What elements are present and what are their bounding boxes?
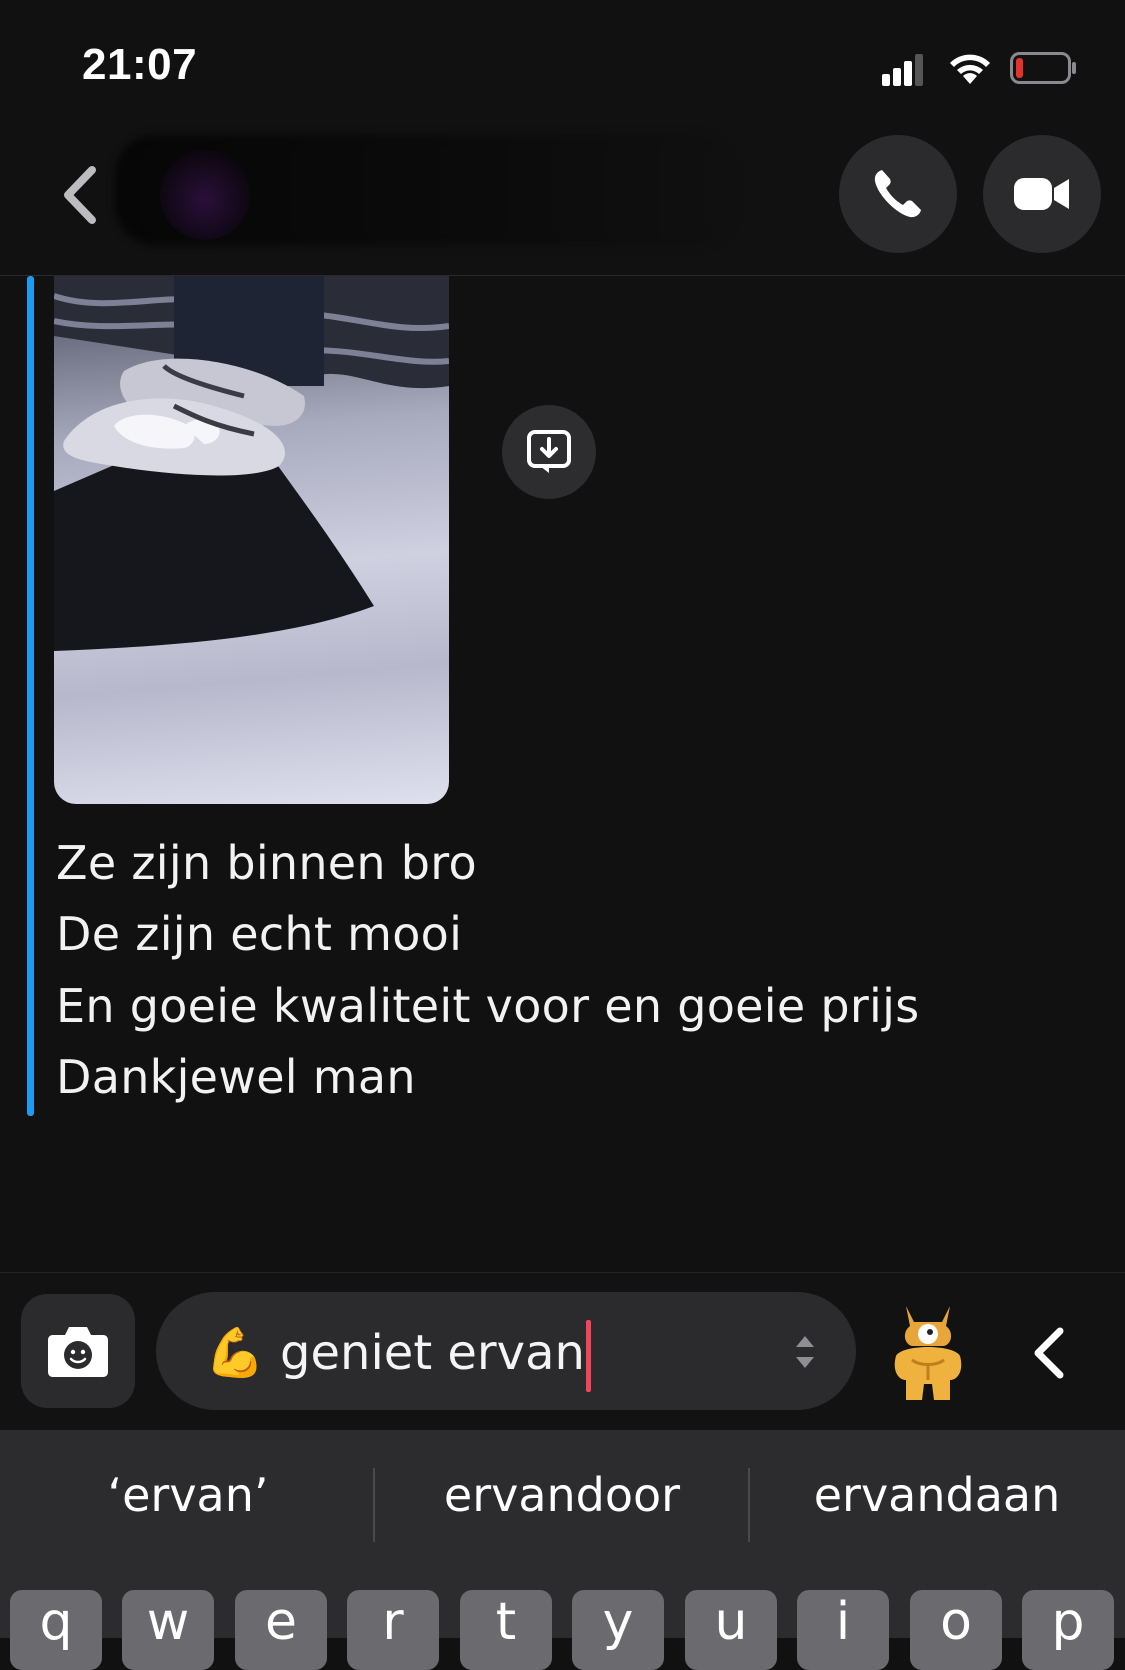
status-time: 21:07: [82, 40, 198, 89]
message-line: De zijn echt mooi: [56, 907, 463, 961]
cellular-signal-icon: [882, 52, 923, 86]
key-label: w: [146, 1592, 190, 1652]
key-label: r: [382, 1592, 404, 1652]
suggestion-2[interactable]: ervandoor: [376, 1468, 748, 1522]
suggestion-divider: [748, 1468, 750, 1542]
key-label: y: [602, 1592, 634, 1652]
battery-icon: [1010, 52, 1076, 84]
phone-icon: [874, 170, 921, 218]
camera-button[interactable]: [21, 1294, 135, 1408]
sneakers-photo[interactable]: [54, 276, 449, 804]
key-o[interactable]: o: [910, 1590, 1002, 1670]
key-r[interactable]: r: [347, 1590, 439, 1670]
key-p[interactable]: p: [1022, 1590, 1114, 1670]
sticker-bitmoji-icon[interactable]: [892, 1296, 964, 1404]
camera-icon: [48, 1327, 108, 1377]
wifi-icon: [950, 54, 990, 84]
key-e[interactable]: e: [235, 1590, 327, 1670]
message-sender-accent-bar: [27, 276, 34, 1116]
suggestion-3[interactable]: ervandaan: [751, 1468, 1123, 1522]
message-line: Dankjewel man: [56, 1050, 416, 1104]
suggestion-1[interactable]: ‘ervan’: [2, 1468, 374, 1522]
draft-text: geniet ervan: [280, 1325, 585, 1381]
key-i[interactable]: i: [797, 1590, 889, 1670]
key-label: p: [1051, 1592, 1085, 1652]
key-u[interactable]: u: [685, 1590, 777, 1670]
download-icon: [527, 430, 571, 473]
message-line: En goeie kwaliteit voor en goeie prijs: [56, 979, 920, 1033]
collapse-chevron-icon[interactable]: [1030, 1325, 1070, 1381]
save-to-chat-button[interactable]: [502, 405, 596, 499]
message-line: Ze zijn binnen bro: [56, 836, 477, 890]
back-chevron-icon[interactable]: [54, 160, 104, 230]
key-label: i: [835, 1592, 851, 1652]
key-w[interactable]: w: [122, 1590, 214, 1670]
key-q[interactable]: q: [10, 1590, 102, 1670]
key-label: q: [39, 1592, 73, 1652]
expand-input-icon[interactable]: [793, 1330, 817, 1374]
sneakers-photo-illustration: [54, 276, 449, 651]
key-label: t: [495, 1592, 517, 1652]
key-label: e: [265, 1592, 297, 1652]
key-label: u: [714, 1592, 748, 1652]
contact-avatar[interactable]: [160, 150, 250, 240]
text-caret: [585, 1320, 591, 1392]
video-camera-icon: [1014, 178, 1069, 210]
key-label: o: [940, 1592, 972, 1652]
voice-call-button[interactable]: [839, 135, 957, 253]
message-input-text[interactable]: 💪 geniet ervan: [205, 1320, 591, 1392]
video-call-button[interactable]: [983, 135, 1101, 253]
key-t[interactable]: t: [460, 1590, 552, 1670]
key-y[interactable]: y: [572, 1590, 664, 1670]
flexed-biceps-emoji: 💪: [205, 1325, 265, 1381]
suggestion-divider: [373, 1468, 375, 1542]
